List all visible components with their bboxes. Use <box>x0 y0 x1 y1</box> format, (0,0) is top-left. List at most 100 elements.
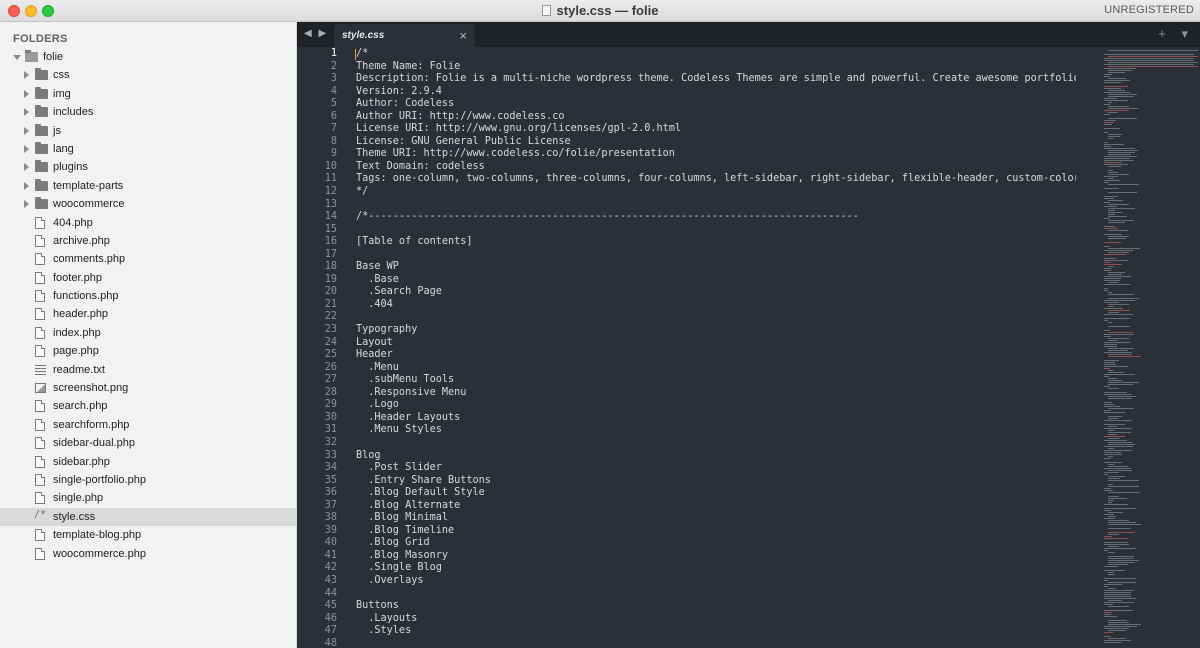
tab-tools[interactable]: + ▾ <box>1158 26 1194 42</box>
minimap-line <box>1104 320 1108 321</box>
disclosure-closed-icon[interactable] <box>24 126 29 135</box>
line-number: 13 <box>324 198 337 210</box>
tree-item-page-php[interactable]: page.php <box>0 342 296 360</box>
tree-item-template-parts[interactable]: template-parts <box>0 177 296 195</box>
tree-item-label: template-parts <box>53 179 124 192</box>
minimap-line <box>1108 456 1113 457</box>
tree-item-label: screenshot.png <box>53 382 129 395</box>
tree-item-searchform-php[interactable]: searchform.php <box>0 416 296 434</box>
disclosure-closed-icon[interactable] <box>24 108 29 117</box>
minimap-line <box>1108 624 1141 625</box>
tree-item-label: index.php <box>53 326 101 339</box>
tree-item-woocommerce[interactable]: woocommerce <box>0 195 296 213</box>
minimap-line <box>1108 520 1129 521</box>
minimap-line <box>1108 184 1139 185</box>
minimap-line <box>1108 524 1141 525</box>
tree-item-404-php[interactable]: 404.php <box>0 214 296 232</box>
minimap-line <box>1104 268 1112 269</box>
minimap-line <box>1104 206 1117 207</box>
file-icon <box>35 418 45 431</box>
tree-item-img[interactable]: img <box>0 85 296 103</box>
tree-item-single-portfolio-php[interactable]: single-portfolio.php <box>0 471 296 489</box>
disclosure-closed-icon[interactable] <box>24 181 29 190</box>
code-line: .Base <box>356 273 399 285</box>
minimap-line <box>1108 582 1136 583</box>
minimap-line <box>1108 556 1134 557</box>
minimap-line <box>1104 508 1136 509</box>
code-line: Layout <box>356 336 393 348</box>
minimap-line <box>1108 372 1124 373</box>
folder-icon <box>35 68 48 81</box>
tree-item-comments-php[interactable]: comments.php <box>0 250 296 268</box>
minimap-line <box>1108 572 1114 573</box>
line-number: 33 <box>324 449 337 461</box>
line-number: 27 <box>324 374 337 386</box>
tree-root-folie[interactable]: folie <box>0 48 296 66</box>
tree-item-woocommerce-php[interactable]: woocommerce.php <box>0 545 296 563</box>
file-icon <box>35 271 45 284</box>
tree-item-search-php[interactable]: search.php <box>0 397 296 415</box>
tree-item-style-css[interactable]: /* style.css <box>0 507 296 527</box>
minimap-line <box>1104 594 1131 595</box>
line-number: 3 <box>330 73 337 85</box>
tree-item-screenshot-png[interactable]: screenshot.png <box>0 379 296 397</box>
minimap-line <box>1108 236 1129 237</box>
tree-item-label: woocommerce <box>53 198 125 211</box>
minimap-line <box>1104 412 1125 413</box>
tree-item-lang[interactable]: lang <box>0 140 296 158</box>
minimap-line <box>1108 204 1129 205</box>
minimap-line <box>1108 438 1120 439</box>
tree-item-sidebar-dual-php[interactable]: sidebar-dual.php <box>0 434 296 452</box>
tree-item-includes[interactable]: includes <box>0 103 296 121</box>
tab-style-css[interactable]: style.css × <box>334 24 475 47</box>
tree-item-functions-php[interactable]: functions.php <box>0 287 296 305</box>
tree-item-index-php[interactable]: index.php <box>0 324 296 342</box>
tree-item-readme-txt[interactable]: readme.txt <box>0 361 296 379</box>
minimap-line <box>1104 202 1110 203</box>
tree-item-header-php[interactable]: header.php <box>0 305 296 323</box>
tree-item-label: woocommerce.php <box>53 547 146 560</box>
line-number: 1 <box>330 48 337 59</box>
tree-item-plugins[interactable]: plugins <box>0 158 296 176</box>
tree-item-css[interactable]: css <box>0 66 296 84</box>
minimap-line <box>1108 178 1114 179</box>
tree-item-archive-php[interactable]: archive.php <box>0 232 296 250</box>
image-file-icon <box>35 383 46 394</box>
disclosure-closed-icon[interactable] <box>24 71 29 80</box>
disclosure-closed-icon[interactable] <box>24 163 29 172</box>
unregistered-label[interactable]: UNREGISTERED <box>1104 4 1194 16</box>
file-icon <box>35 455 45 468</box>
line-number: 15 <box>324 223 337 235</box>
tree-item-sidebar-php[interactable]: sidebar.php <box>0 453 296 471</box>
minimap-line <box>1108 112 1118 113</box>
minimap-line <box>1104 504 1128 505</box>
tree-item-template-blog-php[interactable]: template-blog.php <box>0 526 296 544</box>
minimap-line <box>1104 518 1115 519</box>
tree-item-js[interactable]: js <box>0 122 296 140</box>
disclosure-closed-icon[interactable] <box>24 89 29 98</box>
minimap-line <box>1108 62 1198 63</box>
code-area[interactable]: /* Theme Name: Folie Description: Folie is… <box>356 48 1076 648</box>
tab-close-icon[interactable]: × <box>459 28 467 43</box>
minimap-line <box>1104 474 1108 475</box>
minimap-line <box>1104 68 1136 69</box>
minimap-line <box>1108 102 1112 103</box>
tab-history-arrows[interactable]: ◀ ▶ <box>304 28 328 39</box>
code-line: License: GNU General Public License <box>356 135 571 147</box>
disclosure-closed-icon[interactable] <box>24 200 29 209</box>
minimap-line <box>1108 512 1123 513</box>
disclosure-open-icon[interactable] <box>13 55 21 60</box>
tree-item-single-php[interactable]: single.php <box>0 489 296 507</box>
disclosure-closed-icon[interactable] <box>24 144 29 153</box>
line-number: 36 <box>324 487 337 499</box>
minimap-line <box>1104 336 1111 337</box>
tree-item-footer-php[interactable]: footer.php <box>0 269 296 287</box>
minimap-line <box>1108 192 1137 193</box>
minimap-line <box>1108 214 1115 215</box>
minimap-line <box>1108 166 1121 167</box>
code-line: .Responsive Menu <box>356 386 467 398</box>
code-line: .Logo <box>356 399 399 411</box>
line-number: 34 <box>324 462 337 474</box>
minimap[interactable] <box>1102 48 1200 648</box>
tab-bar: ◀ ▶ style.css × + ▾ <box>297 22 1200 47</box>
